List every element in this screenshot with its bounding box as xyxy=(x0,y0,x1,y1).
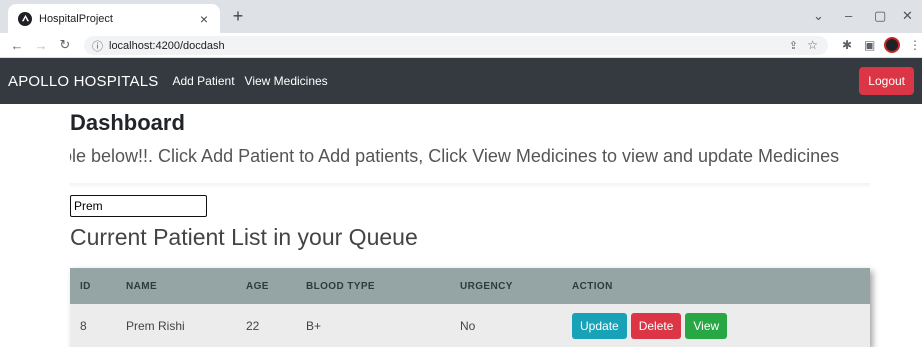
divider xyxy=(70,183,870,187)
extensions-puzzle-icon[interactable]: ✱ xyxy=(842,38,852,52)
cell-actions: Update Delete View xyxy=(572,304,870,347)
side-panel-icon[interactable]: ▣ xyxy=(864,38,875,52)
brand-name[interactable]: APOLLO HOSPITALS xyxy=(8,73,158,90)
view-button[interactable]: View xyxy=(685,312,728,339)
search-input[interactable] xyxy=(70,195,207,217)
browser-tab-strip: HospitalProject × + ⌄ – ▢ ✕ xyxy=(0,0,922,33)
menu-kebab-icon[interactable]: ⋮ xyxy=(909,38,921,52)
angular-favicon-icon xyxy=(18,11,32,26)
back-arrow-icon[interactable]: ← xyxy=(8,38,26,53)
patient-list-title: Current Patient List in your Queue xyxy=(70,224,418,250)
address-bar-row: ← → ↻ ⓘ localhost:4200/docdash ⇪ ☆ ✱ ▣ ⋮ xyxy=(0,33,922,58)
delete-button[interactable]: Delete xyxy=(630,312,682,339)
cell-name: Prem Rishi xyxy=(126,318,185,333)
cell-urgency: No xyxy=(460,318,476,333)
header-age: AGE xyxy=(246,280,269,292)
tab-search-chevron-icon[interactable]: ⌄ xyxy=(813,8,824,24)
update-button[interactable]: Update xyxy=(572,312,627,339)
url-input[interactable]: ⓘ localhost:4200/docdash ⇪ ☆ xyxy=(84,36,828,55)
site-info-icon[interactable]: ⓘ xyxy=(92,38,103,54)
header-id: ID xyxy=(80,280,91,292)
window-close-icon[interactable]: ✕ xyxy=(902,8,913,24)
new-tab-icon[interactable]: + xyxy=(228,7,248,27)
instructions-text: ole below!!. Click Add Patient to Add pa… xyxy=(70,146,840,166)
patient-table: ID NAME AGE BLOOD TYPE URGENCY ACTION 8 … xyxy=(70,268,870,347)
logout-button[interactable]: Logout xyxy=(859,67,914,95)
nav-add-patient-link[interactable]: Add Patient xyxy=(172,74,234,88)
profile-avatar-icon[interactable] xyxy=(884,37,900,53)
table-header-row: ID NAME AGE BLOOD TYPE URGENCY ACTION xyxy=(70,268,870,304)
browser-tab[interactable]: HospitalProject × xyxy=(8,4,220,33)
cell-age: 22 xyxy=(246,318,260,333)
header-name: NAME xyxy=(126,280,158,292)
reload-icon[interactable]: ↻ xyxy=(56,37,74,53)
maximize-icon[interactable]: ▢ xyxy=(874,8,886,24)
share-icon[interactable]: ⇪ xyxy=(789,39,798,52)
bookmark-star-icon[interactable]: ☆ xyxy=(807,38,818,52)
tab-title: HospitalProject xyxy=(39,12,113,25)
header-urgency: URGENCY xyxy=(460,280,513,292)
instructions-marquee: ole below!!. Click Add Patient to Add pa… xyxy=(70,146,870,167)
header-blood-type: BLOOD TYPE xyxy=(306,280,376,292)
forward-arrow-icon[interactable]: → xyxy=(32,38,50,53)
page-title: Dashboard xyxy=(70,110,185,135)
nav-view-medicines-link[interactable]: View Medicines xyxy=(245,74,328,88)
cell-id: 8 xyxy=(80,318,87,333)
app-navbar: APOLLO HOSPITALS Add Patient View Medici… xyxy=(0,58,922,104)
url-text: localhost:4200/docdash xyxy=(109,39,225,52)
tab-close-icon[interactable]: × xyxy=(196,11,212,27)
header-action: ACTION xyxy=(572,280,613,292)
cell-blood-type: B+ xyxy=(306,318,322,333)
minimize-icon[interactable]: – xyxy=(845,8,852,23)
table-row: 8 Prem Rishi 22 B+ No Update Delete View xyxy=(70,304,870,347)
